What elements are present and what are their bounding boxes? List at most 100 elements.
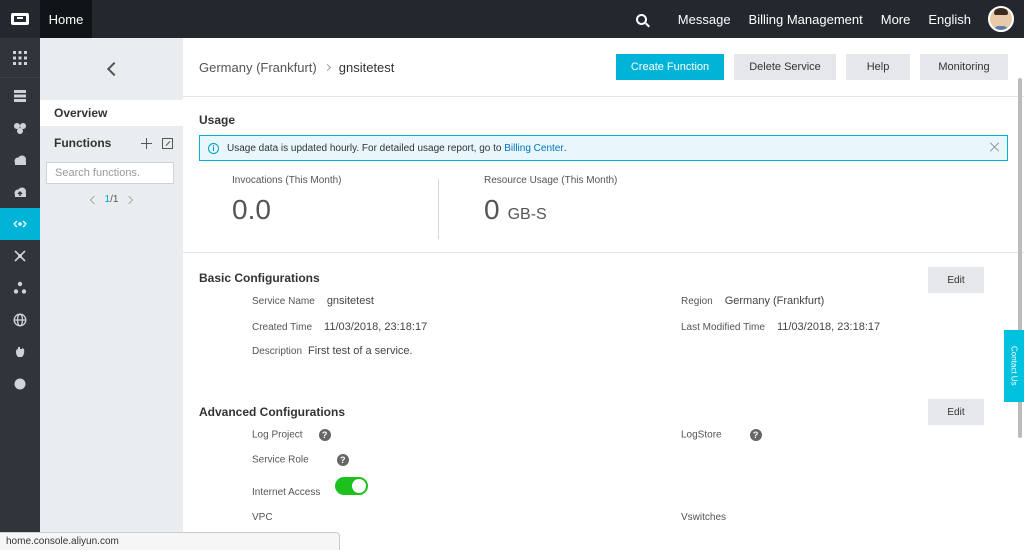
invocations-value: 0.0: [232, 194, 271, 225]
delete-service-button[interactable]: Delete Service: [734, 54, 836, 80]
invocations-label: Invocations (This Month): [232, 175, 342, 186]
service-name-value: gnsitetest: [326, 295, 374, 307]
last-modified-label: Last Modified Time: [681, 322, 765, 333]
language-selector[interactable]: English: [919, 12, 980, 27]
vpc-label: VPC: [252, 512, 273, 523]
logstore-label: LogStore: [681, 429, 722, 441]
help-question-icon[interactable]: ?: [336, 454, 349, 466]
edit-advanced-button[interactable]: Edit: [928, 399, 984, 425]
main-content: Germany (Frankfurt) gnsitetest Create Fu…: [183, 38, 1024, 550]
cloud-upload-icon[interactable]: [0, 176, 40, 208]
invocations-stat: Invocations (This Month) 0.0: [232, 175, 342, 226]
aliyun-logo-icon[interactable]: [0, 0, 40, 38]
log-project-field: Log Project?: [252, 429, 331, 441]
last-modified-field: Last Modified Time 11/03/2018, 23:18:17: [681, 321, 880, 333]
stats-divider: [438, 179, 439, 239]
product-icon-bar: [0, 38, 40, 550]
pager-prev-icon[interactable]: [89, 195, 98, 204]
service-role-field: Service Role?: [252, 454, 349, 466]
description-value: First test of a service.: [308, 345, 413, 357]
vswitches-label: Vswitches: [681, 512, 727, 523]
edit-basic-button[interactable]: Edit: [928, 267, 984, 293]
cluster-icon[interactable]: [0, 272, 40, 304]
home-tab[interactable]: Home: [40, 0, 92, 38]
circle-icon[interactable]: [0, 368, 40, 400]
message-link[interactable]: Message: [669, 12, 740, 27]
region-field: Region Germany (Frankfurt): [681, 295, 824, 307]
pager-total: /1: [110, 194, 119, 205]
logstore-field: LogStore?: [681, 429, 762, 441]
sidebar-item-overview[interactable]: Overview: [40, 100, 183, 126]
resource-usage-stat: Resource Usage (This Month) 0 GB-S: [484, 175, 617, 226]
log-project-label: Log Project: [252, 429, 303, 441]
top-navbar: Home Message Billing Management More Eng…: [0, 0, 1024, 38]
contact-us-tab[interactable]: Contact Us: [1004, 330, 1024, 402]
cloud-icon[interactable]: [0, 144, 40, 176]
resource-usage-unit: GB-S: [507, 206, 547, 223]
internet-access-toggle[interactable]: [335, 477, 368, 495]
functions-pager: 1/1: [40, 194, 183, 205]
usage-title: Usage: [199, 113, 236, 127]
service-name-field: Service Name gnsitetest: [252, 295, 374, 307]
user-avatar[interactable]: [988, 6, 1014, 32]
description-label: Description: [252, 346, 303, 357]
created-time-label: Created Time: [252, 322, 313, 333]
search-functions-input[interactable]: [46, 162, 174, 184]
alert-tail: .: [563, 142, 567, 154]
usage-stats: Invocations (This Month) 0.0 Resource Us…: [183, 161, 1024, 253]
toggle-knob: [352, 479, 366, 493]
created-time-field: Created Time 11/03/2018, 23:18:17: [252, 321, 427, 333]
monitoring-button[interactable]: Monitoring: [920, 54, 1008, 80]
create-function-button[interactable]: Create Function: [616, 54, 724, 80]
created-time-value: 11/03/2018, 23:18:17: [324, 321, 428, 333]
alert-text: Usage data is updated hourly. For detail…: [227, 142, 502, 154]
usage-section: Usage i Usage data is updated hourly. Fo…: [183, 97, 1024, 253]
more-menu[interactable]: More: [872, 12, 920, 27]
globe-icon[interactable]: [0, 304, 40, 336]
usage-info-alert: i Usage data is updated hourly. For deta…: [199, 135, 1008, 161]
resource-usage-value: 0: [484, 194, 500, 225]
header-actions: Create Function Delete Service Help Moni…: [616, 54, 1008, 80]
breadcrumb-separator-icon: [323, 63, 331, 71]
flower-icon[interactable]: [0, 112, 40, 144]
service-role-label: Service Role: [252, 454, 309, 466]
help-question-icon[interactable]: ?: [318, 429, 331, 441]
expand-icon[interactable]: [162, 137, 173, 149]
billing-management-link[interactable]: Billing Management: [740, 12, 872, 27]
advanced-configurations-section: Advanced Configurations Edit Log Project…: [183, 391, 1024, 550]
resource-usage-label: Resource Usage (This Month): [484, 175, 618, 186]
page-header: Germany (Frankfurt) gnsitetest Create Fu…: [183, 38, 1024, 97]
breadcrumb-region[interactable]: Germany (Frankfurt): [199, 60, 317, 75]
functions-header: Functions: [40, 128, 183, 158]
service-name-label: Service Name: [252, 296, 315, 307]
collapse-sidebar-button[interactable]: [40, 38, 183, 100]
chevron-left-icon: [106, 61, 121, 77]
basic-configurations-title: Basic Configurations: [199, 271, 320, 285]
region-label: Region: [681, 296, 713, 307]
top-right-menu: Message Billing Management More English: [623, 0, 1024, 38]
close-icon[interactable]: [990, 142, 1000, 152]
search-icon[interactable]: [623, 0, 661, 38]
description-field: Description First test of a service.: [252, 345, 413, 357]
service-sidebar: Overview Functions 1/1: [40, 38, 183, 550]
apps-icon[interactable]: [0, 38, 40, 78]
help-button[interactable]: Help: [846, 54, 910, 80]
last-modified-value: 11/03/2018, 23:18:17: [776, 321, 881, 333]
pager-next-icon[interactable]: [125, 195, 134, 204]
internet-access-label: Internet Access: [252, 487, 321, 498]
breadcrumb-service: gnsitetest: [338, 59, 395, 75]
function-compute-icon[interactable]: [0, 208, 40, 240]
server-icon[interactable]: [0, 80, 40, 112]
resource-usage-value-row: 0 GB-S: [484, 194, 617, 226]
hand-icon[interactable]: [0, 336, 40, 368]
basic-configurations-section: Basic Configurations Edit Service Name gn…: [183, 253, 1024, 391]
advanced-configurations-title: Advanced Configurations: [199, 405, 346, 419]
network-icon[interactable]: [0, 240, 40, 272]
billing-center-link[interactable]: Billing Center: [504, 143, 563, 154]
help-question-icon[interactable]: ?: [749, 429, 762, 441]
region-value: Germany (Frankfurt): [724, 295, 825, 307]
info-icon: i: [208, 142, 219, 154]
functions-label: Functions: [54, 136, 112, 150]
add-function-icon[interactable]: [141, 137, 152, 149]
browser-status-bar: home.console.aliyun.com: [0, 532, 340, 550]
